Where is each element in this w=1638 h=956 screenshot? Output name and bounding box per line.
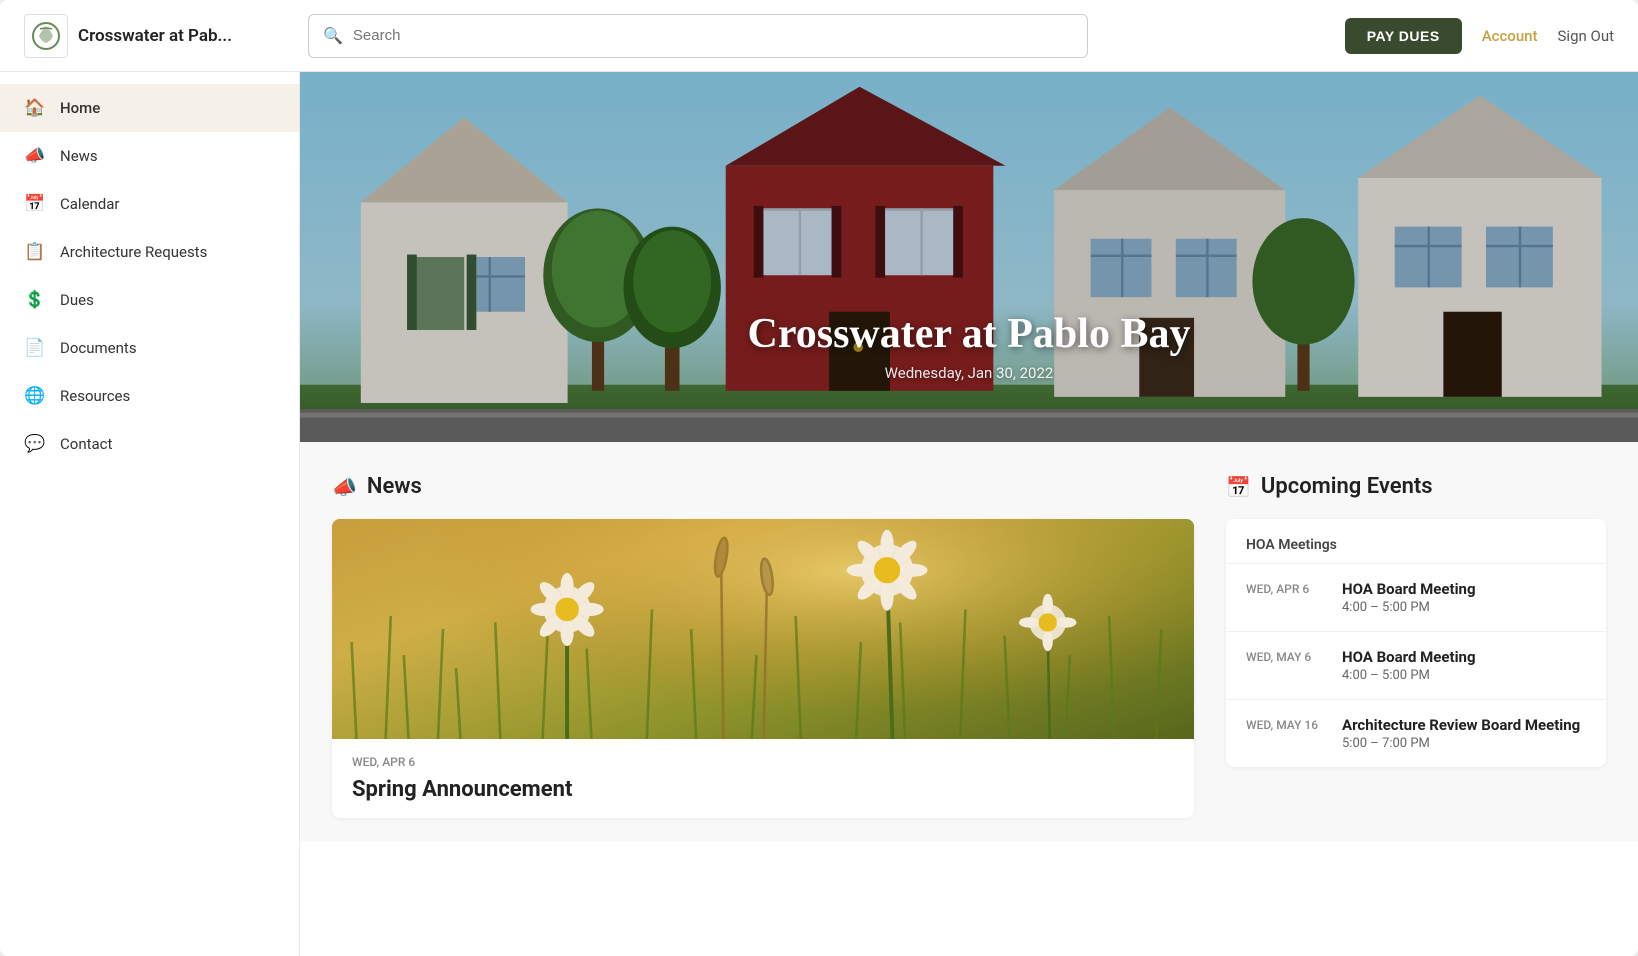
event-name-1: HOA Board Meeting [1342, 580, 1476, 598]
content-area: Crosswater at Pablo Bay Wednesday, Jan 3… [300, 72, 1638, 956]
signout-link[interactable]: Sign Out [1558, 27, 1614, 45]
logo-icon [24, 14, 68, 58]
sidebar-item-documents-label: Documents [60, 339, 137, 357]
main-layout: 🏠 Home 📣 News 📅 Calendar 📋 Architecture … [0, 72, 1638, 956]
event-details-1: HOA Board Meeting 4:00 – 5:00 PM [1342, 580, 1476, 615]
events-section-header: 📅 Upcoming Events [1226, 474, 1606, 499]
search-input[interactable] [353, 27, 1073, 44]
news-image-svg [332, 519, 1194, 739]
dues-icon: 💲 [24, 290, 46, 310]
logo-text: Crosswater at Pab... [78, 26, 232, 46]
event-name-3: Architecture Review Board Meeting [1342, 716, 1580, 734]
event-item-1[interactable]: WED, APR 6 HOA Board Meeting 4:00 – 5:00… [1226, 564, 1606, 632]
event-date-2: WED, MAY 6 [1246, 648, 1326, 683]
news-content: WED, APR 6 Spring Announcement [332, 739, 1194, 818]
news-card[interactable]: WED, APR 6 Spring Announcement [332, 519, 1194, 818]
calendar-icon: 📅 [24, 194, 46, 214]
contact-icon: 💬 [24, 434, 46, 454]
news-section-icon: 📣 [332, 475, 357, 499]
resources-icon: 🌐 [24, 386, 46, 406]
event-name-2: HOA Board Meeting [1342, 648, 1476, 666]
sidebar-item-architecture-label: Architecture Requests [60, 243, 207, 261]
event-time-1: 4:00 – 5:00 PM [1342, 600, 1476, 615]
event-date-3: WED, MAY 16 [1246, 716, 1326, 751]
account-link[interactable]: Account [1482, 27, 1538, 45]
sidebar-item-home[interactable]: 🏠 Home [0, 84, 299, 132]
sidebar-item-architecture-requests[interactable]: 📋 Architecture Requests [0, 228, 299, 276]
header-right: PAY DUES Account Sign Out [1345, 18, 1614, 54]
event-time-2: 4:00 – 5:00 PM [1342, 668, 1476, 683]
documents-icon: 📄 [24, 338, 46, 358]
hero-overlay [300, 72, 1638, 442]
bottom-section: 📣 News [300, 442, 1638, 842]
events-section: 📅 Upcoming Events HOA Meetings WED, APR … [1226, 474, 1606, 842]
search-icon: 🔍 [323, 26, 343, 45]
event-date-1: WED, APR 6 [1246, 580, 1326, 615]
pay-dues-button[interactable]: PAY DUES [1345, 18, 1462, 54]
sidebar-item-home-label: Home [60, 99, 100, 117]
news-image [332, 519, 1194, 739]
news-date: WED, APR 6 [352, 755, 1174, 769]
news-section-header: 📣 News [332, 474, 1194, 499]
sidebar-item-calendar-label: Calendar [60, 195, 120, 213]
sidebar-item-calendar[interactable]: 📅 Calendar [0, 180, 299, 228]
logo-area: Crosswater at Pab... [24, 14, 284, 58]
event-details-3: Architecture Review Board Meeting 5:00 –… [1342, 716, 1580, 751]
hero-banner: Crosswater at Pablo Bay Wednesday, Jan 3… [300, 72, 1638, 442]
sidebar-item-news[interactable]: 📣 News [0, 132, 299, 180]
events-group-label: HOA Meetings [1226, 519, 1606, 564]
home-icon: 🏠 [24, 98, 46, 118]
hero-text: Crosswater at Pablo Bay Wednesday, Jan 3… [300, 310, 1638, 382]
events-card: HOA Meetings WED, APR 6 HOA Board Meetin… [1226, 519, 1606, 767]
events-section-icon: 📅 [1226, 475, 1251, 499]
header: Crosswater at Pab... 🔍 PAY DUES Account … [0, 0, 1638, 72]
news-section-title: News [367, 474, 422, 499]
news-icon: 📣 [24, 146, 46, 166]
sidebar-item-contact[interactable]: 💬 Contact [0, 420, 299, 468]
sidebar-item-news-label: News [60, 147, 98, 165]
search-bar[interactable]: 🔍 [308, 14, 1088, 58]
sidebar-item-dues-label: Dues [60, 291, 94, 309]
hero-title: Crosswater at Pablo Bay [300, 310, 1638, 358]
architecture-icon: 📋 [24, 242, 46, 262]
sidebar-item-dues[interactable]: 💲 Dues [0, 276, 299, 324]
event-item-3[interactable]: WED, MAY 16 Architecture Review Board Me… [1226, 700, 1606, 767]
event-item-2[interactable]: WED, MAY 6 HOA Board Meeting 4:00 – 5:00… [1226, 632, 1606, 700]
news-section: 📣 News [332, 474, 1194, 842]
news-headline: Spring Announcement [352, 777, 1174, 802]
events-section-title: Upcoming Events [1261, 474, 1433, 499]
sidebar-item-resources-label: Resources [60, 387, 130, 405]
sidebar-item-contact-label: Contact [60, 435, 112, 453]
sidebar-item-documents[interactable]: 📄 Documents [0, 324, 299, 372]
hero-date: Wednesday, Jan 30, 2022 [300, 364, 1638, 382]
sidebar-item-resources[interactable]: 🌐 Resources [0, 372, 299, 420]
sidebar: 🏠 Home 📣 News 📅 Calendar 📋 Architecture … [0, 72, 300, 956]
event-time-3: 5:00 – 7:00 PM [1342, 736, 1580, 751]
event-details-2: HOA Board Meeting 4:00 – 5:00 PM [1342, 648, 1476, 683]
